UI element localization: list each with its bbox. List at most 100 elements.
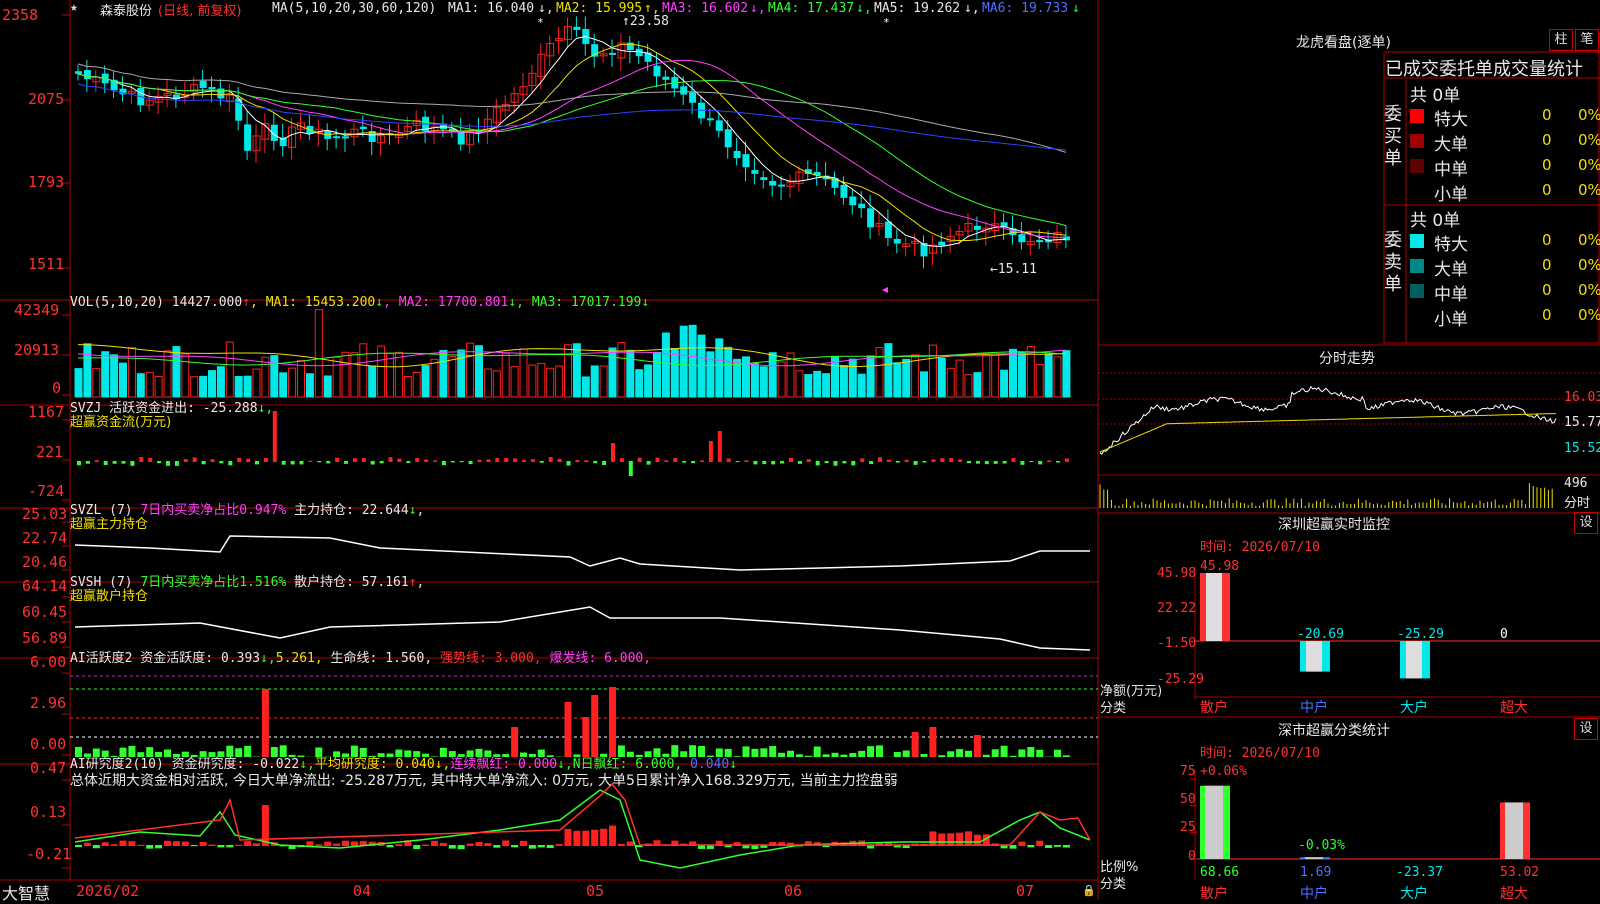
research-bar <box>484 843 491 846</box>
volume-bar <box>93 369 100 397</box>
volume-bar <box>244 376 251 397</box>
research-bar <box>538 845 545 847</box>
price-axis-label: 1793 <box>28 173 64 191</box>
sz-stats-axis: 75 <box>1180 764 1196 779</box>
flow-bar <box>486 459 490 462</box>
flow-bar <box>745 460 749 462</box>
flow-bar <box>682 461 686 463</box>
research-bar <box>1018 842 1025 846</box>
research-bar <box>618 844 625 846</box>
activity-bar <box>938 755 945 757</box>
volume-bar <box>1010 349 1017 397</box>
research-bar <box>324 842 331 846</box>
candle <box>858 204 865 208</box>
volume-bar <box>271 356 278 397</box>
intraday-title: 分时走势 <box>1319 348 1375 368</box>
category-label: 中户 <box>1300 883 1328 903</box>
candle <box>734 151 741 158</box>
ai2-axis-label: -0.21 <box>26 845 71 863</box>
volume-bar <box>662 333 669 397</box>
activity-bar <box>929 727 936 757</box>
flow-bar <box>122 461 126 464</box>
flow-bar <box>789 458 793 462</box>
research-bar <box>182 842 189 846</box>
candle <box>654 66 661 77</box>
order-count: 0 <box>1542 306 1552 324</box>
ma1-value: MA1: 16.040 <box>448 1 534 16</box>
activity-bar <box>849 753 856 757</box>
flow-bar <box>184 459 188 462</box>
activity-bar <box>974 735 981 757</box>
flow-bar <box>495 458 499 462</box>
flow-bar <box>629 461 633 476</box>
sz-monitor-settings-button[interactable]: 设 <box>1574 512 1598 534</box>
volume-bar <box>529 365 536 397</box>
category-label: 大户 <box>1400 697 1428 717</box>
ratio-bar-shine <box>1305 857 1323 859</box>
flow-bar <box>139 457 143 462</box>
ma3-value: MA3: 16.602 <box>662 1 748 16</box>
order-size-label: 小单 <box>1434 305 1468 330</box>
ai1-axis-label: 6.00 <box>30 653 66 671</box>
candle <box>645 53 652 62</box>
research-bar <box>155 845 162 848</box>
activity-bar <box>876 745 883 757</box>
candle <box>689 92 696 102</box>
volume-bar <box>965 375 972 397</box>
flow-bar <box>531 459 535 462</box>
lock-icon[interactable]: 🔒 <box>1082 884 1096 897</box>
sz-monitor-axis: 22.22 <box>1157 601 1196 616</box>
sz-stats-top-label: +0.06% <box>1200 764 1247 779</box>
research-avg-line <box>75 790 1090 868</box>
flow-bar <box>202 461 206 464</box>
sz-stats-settings-button[interactable]: 设 <box>1574 718 1598 740</box>
research-bar <box>102 842 109 846</box>
category-label: 散户 <box>1200 697 1228 717</box>
candle <box>867 208 874 227</box>
research-bar <box>1036 841 1043 846</box>
flow-bar <box>869 461 873 464</box>
flow-bar <box>905 460 909 462</box>
volume-bar <box>226 342 233 397</box>
flow-bar <box>602 461 606 465</box>
flow-bar <box>478 460 482 462</box>
volume-bar <box>1045 354 1052 397</box>
color-swatch-icon <box>1410 259 1424 273</box>
volume-bar <box>1054 357 1061 397</box>
activity-bar <box>956 749 963 757</box>
activity-bar <box>832 753 839 757</box>
period-label[interactable]: (日线, 前复权) <box>158 0 241 19</box>
research-bar <box>529 845 536 849</box>
flow-bar <box>308 461 312 462</box>
flow-bar <box>860 458 864 462</box>
research-bar <box>1027 845 1034 847</box>
star-icon[interactable]: ★ <box>70 0 78 15</box>
order-size-label: 特大 <box>1434 230 1468 255</box>
bar-view-button[interactable]: 柱 <box>1549 29 1573 51</box>
order-pct: 0% <box>1578 106 1600 124</box>
research-bar <box>467 844 474 846</box>
flow-bar <box>104 461 108 465</box>
sz-stats-axis: 25 <box>1180 820 1196 835</box>
order-row-buy: 特大00% <box>1410 105 1600 127</box>
volume-bar <box>262 357 269 397</box>
research-bar <box>493 845 500 848</box>
candle <box>778 185 785 187</box>
volume-bar <box>440 350 447 397</box>
research-bar <box>306 841 313 846</box>
flow-bar <box>584 460 588 462</box>
research-bar <box>315 844 322 846</box>
volume-bar <box>369 366 376 397</box>
svzj-axis-label: -724 <box>28 482 64 500</box>
activity-bar <box>814 747 821 757</box>
flow-bar <box>727 458 731 462</box>
flow-bar <box>825 461 829 463</box>
volume-bar <box>235 377 242 397</box>
intraday-axis-label: 16.03 <box>1564 390 1600 405</box>
order-pct: 0% <box>1578 231 1600 249</box>
tick-view-button[interactable]: 笔 <box>1575 29 1599 51</box>
research-bar <box>609 826 616 846</box>
category-label: 大户 <box>1400 883 1428 903</box>
flow-bar <box>291 461 295 464</box>
activity-bar <box>823 754 830 757</box>
